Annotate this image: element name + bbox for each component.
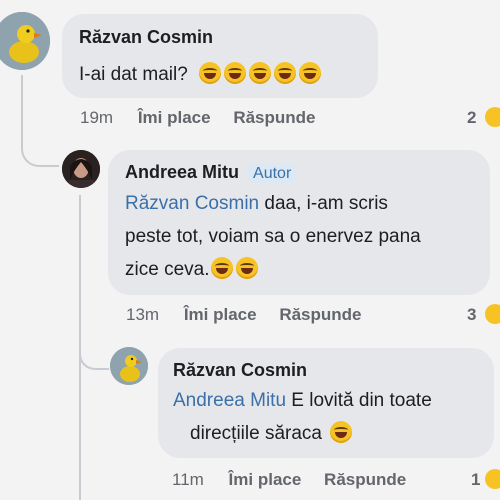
avatar[interactable] <box>110 347 148 385</box>
laughing-emoji-icon <box>299 62 322 84</box>
laughing-reaction-icon <box>485 107 500 127</box>
like-button[interactable]: Îmi place <box>138 108 211 127</box>
comment-text-line: direcțiile săraca <box>190 423 322 444</box>
comment-author[interactable]: Răzvan Cosmin <box>79 27 213 48</box>
reply-button[interactable]: Răspunde <box>279 305 361 324</box>
comment-author-row: Andreea Mitu Autor <box>125 162 297 183</box>
comment-text-line: zice ceva. <box>125 259 210 280</box>
reply-button[interactable]: Răspunde <box>324 470 406 489</box>
comment-text: Andreea Mitu E lovită din toate direcții… <box>173 384 432 450</box>
comment-time[interactable]: 13m <box>126 305 159 324</box>
comment-bubble: Răzvan Cosmin I-ai dat mail? <box>62 14 378 98</box>
comment-text-line: daa, i-am scris <box>259 193 388 214</box>
comment-text-body: I-ai dat mail? <box>79 64 188 85</box>
reaction-count[interactable]: 1 <box>471 470 480 490</box>
reaction-count[interactable]: 2 <box>467 108 476 128</box>
reaction-count[interactable]: 3 <box>467 305 476 325</box>
comment-bubble: Andreea Mitu Autor Răzvan Cosmin daa, i-… <box>108 150 490 295</box>
comment-time[interactable]: 11m <box>172 470 204 489</box>
like-button[interactable]: Îmi place <box>184 305 257 324</box>
thread-line-curve-nested <box>79 330 109 370</box>
reply-button[interactable]: Răspunde <box>233 108 315 127</box>
laughing-emoji-icon <box>211 257 234 279</box>
laughing-reaction-icon <box>485 304 500 324</box>
laughing-reaction-icon <box>485 469 500 489</box>
laughing-emoji-icon <box>236 257 259 279</box>
laughing-emoji-icon <box>224 62 247 84</box>
mention-link[interactable]: Răzvan Cosmin <box>125 193 259 214</box>
duck-avatar-icon <box>0 12 50 70</box>
author-badge: Autor <box>248 164 297 183</box>
avatar[interactable] <box>62 150 100 188</box>
laughing-emoji-icon <box>199 62 222 84</box>
avatar[interactable] <box>0 12 50 70</box>
comment-actions: 19m Îmi place Răspunde <box>80 108 334 128</box>
comment-actions: 13m Îmi place Răspunde <box>126 305 380 325</box>
comment-author[interactable]: Răzvan Cosmin <box>173 360 307 381</box>
comment-text: I-ai dat mail? <box>79 58 324 91</box>
laughing-emoji-icon <box>330 421 352 443</box>
laughing-emoji-icon <box>274 62 297 84</box>
like-button[interactable]: Îmi place <box>229 470 302 489</box>
laughing-emoji-icon <box>249 62 272 84</box>
person-avatar-icon <box>62 150 100 188</box>
mention-link[interactable]: Andreea Mitu <box>173 390 286 411</box>
comment-text-line: peste tot, voiam sa o enervez pana <box>125 226 421 247</box>
duck-avatar-icon <box>110 347 148 385</box>
comment-actions: 11m Îmi place Răspunde <box>172 470 424 490</box>
comment-bubble: Răzvan Cosmin Andreea Mitu E lovită din … <box>158 348 494 458</box>
comment-time[interactable]: 19m <box>80 108 113 127</box>
thread-line-curve <box>21 125 59 167</box>
comment-text-line: E lovită din toate <box>286 390 432 411</box>
comment-author[interactable]: Andreea Mitu <box>125 162 239 182</box>
comment-text: Răzvan Cosmin daa, i-am scris peste tot,… <box>125 187 421 286</box>
